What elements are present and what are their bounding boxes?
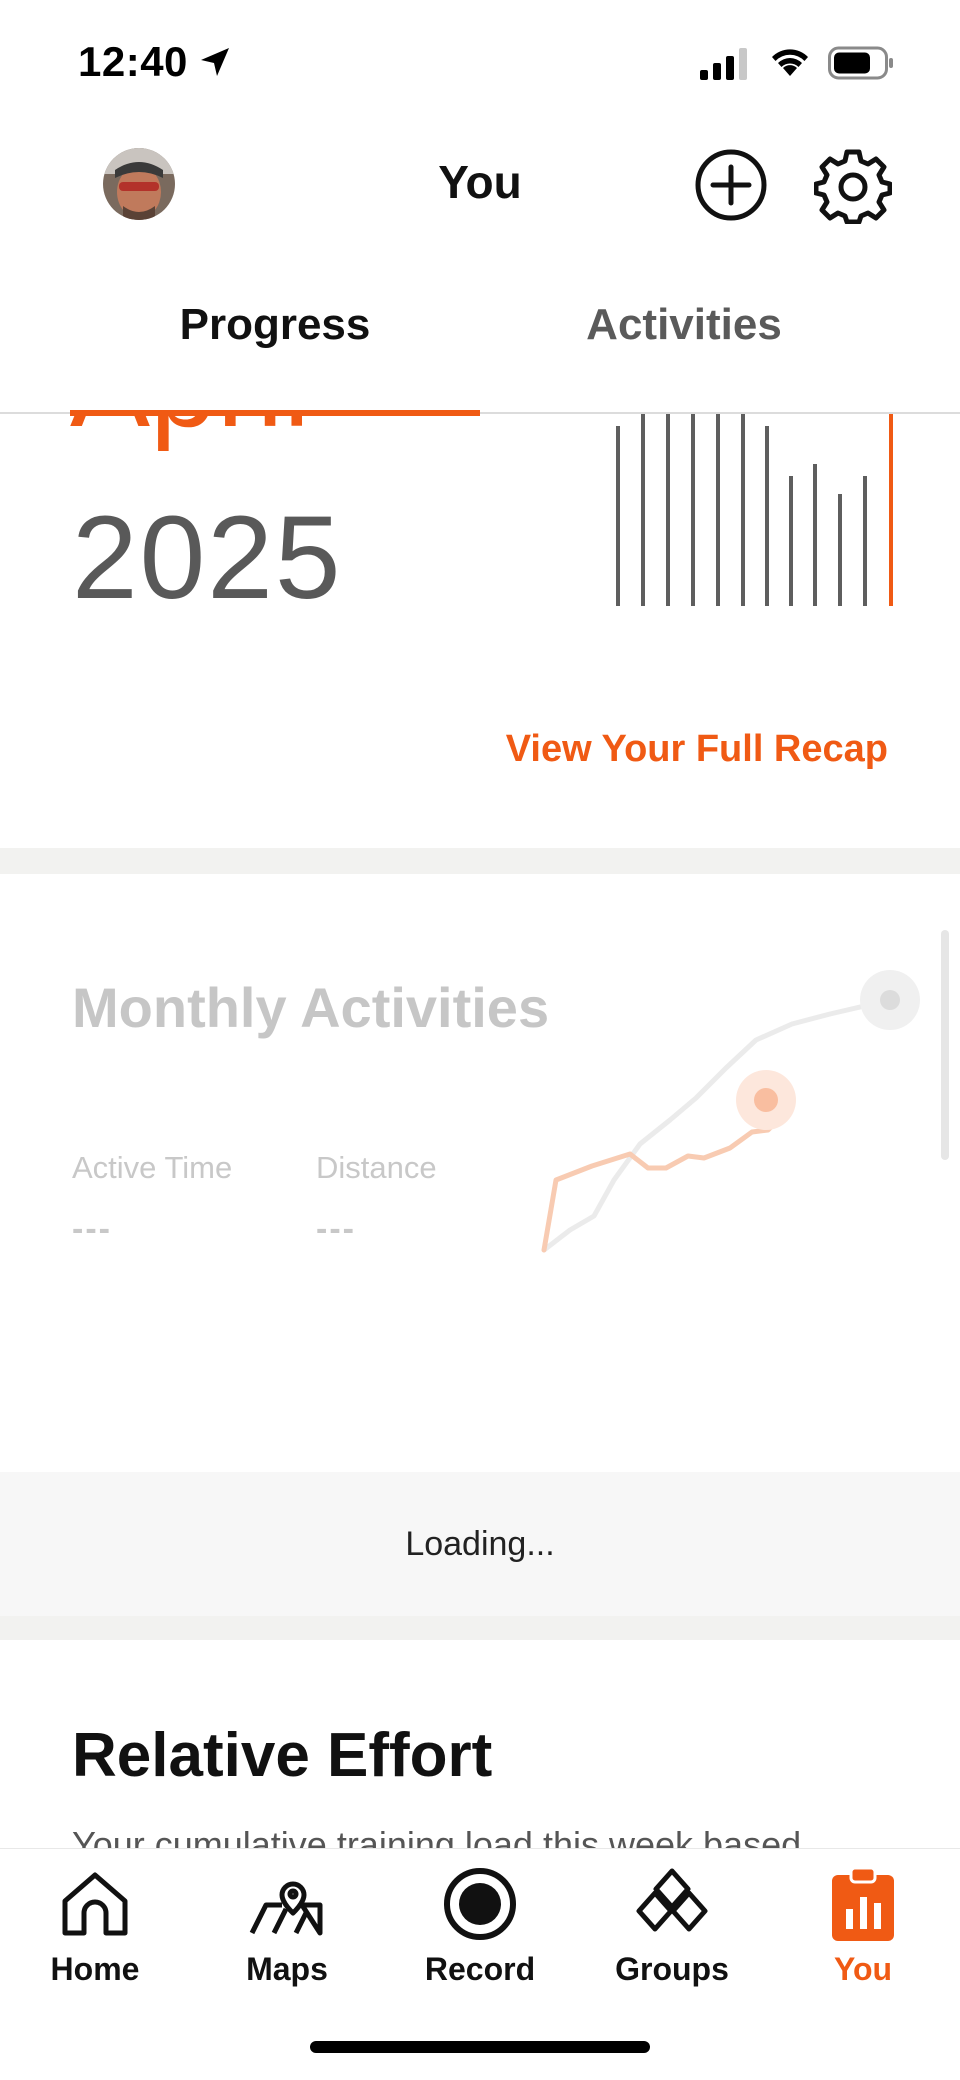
- recap-month-clip: April: [0, 414, 640, 464]
- loading-text: Loading...: [405, 1525, 555, 1563]
- record-icon: [444, 1868, 516, 1940]
- battery-icon: [828, 46, 893, 80]
- recap-year: 2025: [72, 492, 343, 624]
- nav-groups-label: Groups: [615, 1951, 729, 1987]
- status-time: 12:40: [78, 38, 188, 85]
- previous-month-line: [541, 997, 893, 1253]
- tab-activities[interactable]: Activities: [474, 300, 894, 350]
- cellular-signal-icon: [700, 48, 747, 80]
- nav-you[interactable]: You: [788, 1865, 938, 1988]
- nav-record[interactable]: Record: [405, 1865, 555, 1988]
- active-time-label: Active Time: [72, 1150, 233, 1185]
- current-month-line: [541, 1109, 789, 1253]
- monthly-progress-chart: [541, 970, 920, 1253]
- recap-month: April: [70, 414, 310, 454]
- previous-month-point: [880, 990, 900, 1010]
- maps-icon: [249, 1881, 323, 1936]
- wifi-icon: [772, 49, 808, 76]
- active-time-value: ---: [72, 1210, 112, 1248]
- add-activity-button[interactable]: [694, 148, 768, 222]
- tab-progress[interactable]: Progress: [65, 300, 485, 350]
- nav-you-label: You: [833, 1951, 893, 1987]
- section-divider: [0, 1616, 960, 1640]
- section-divider: [0, 848, 960, 874]
- nav-groups[interactable]: Groups: [597, 1865, 747, 1988]
- nav-maps-label: Maps: [246, 1951, 328, 1987]
- location-arrow-icon: [201, 48, 229, 76]
- nav-home-label: Home: [50, 1951, 140, 1987]
- view-full-recap-link[interactable]: View Your Full Recap: [460, 728, 888, 771]
- settings-gear-icon[interactable]: [814, 146, 892, 224]
- scroll-indicator[interactable]: [941, 930, 949, 1160]
- relative-effort-title: Relative Effort: [72, 1721, 493, 1790]
- nav-home[interactable]: Home: [20, 1865, 170, 1988]
- nav-record-label: Record: [424, 1951, 536, 1987]
- home-indicator[interactable]: [310, 2041, 650, 2053]
- nav-maps[interactable]: Maps: [212, 1865, 362, 1988]
- you-icon: [832, 1866, 894, 1941]
- groups-icon: [636, 1868, 708, 1932]
- recap-bars-graphic: [616, 414, 893, 606]
- distance-value: ---: [316, 1210, 356, 1248]
- monthly-activities-title: Monthly Activities: [72, 976, 550, 1039]
- distance-label: Distance: [316, 1150, 437, 1185]
- current-month-point: [754, 1088, 778, 1112]
- home-icon: [62, 1872, 128, 1936]
